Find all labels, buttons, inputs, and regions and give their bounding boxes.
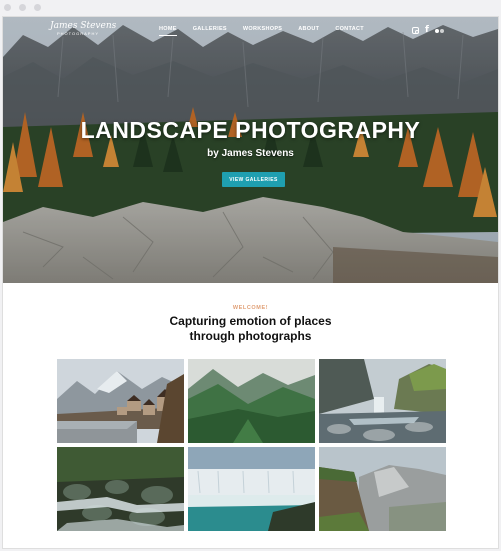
intro-heading-line1: Capturing emotion of places — [169, 314, 332, 328]
hero-section: James Stevens PHOTOGRAPHY HOME GALLERIES… — [3, 17, 498, 283]
window-dot[interactable] — [34, 4, 41, 11]
gallery-photo — [188, 447, 315, 531]
social-links: f — [412, 26, 444, 35]
window-dot[interactable] — [19, 4, 26, 11]
main-menu: HOME GALLERIES WORKSHOPS ABOUT CONTACT — [159, 26, 364, 36]
intro-heading: Capturing emotion of places through phot… — [3, 314, 498, 344]
site-logo[interactable]: James Stevens PHOTOGRAPHY — [50, 21, 117, 37]
gallery-tile-mountain-waterfall[interactable] — [319, 359, 446, 443]
gallery-photo — [57, 359, 184, 443]
facebook-icon[interactable]: f — [425, 26, 429, 35]
gallery-photo — [319, 447, 446, 531]
photo-gallery — [57, 359, 446, 531]
gallery-tile-green-valley[interactable] — [188, 359, 315, 443]
intro-heading-line2: through photographs — [189, 329, 312, 343]
window-controls — [4, 4, 41, 11]
hero-subtitle: by James Stevens — [207, 148, 294, 159]
page-frame: James Stevens PHOTOGRAPHY HOME GALLERIES… — [2, 16, 499, 549]
flickr-icon[interactable] — [434, 28, 444, 33]
gallery-photo — [188, 359, 315, 443]
nav-item-galleries[interactable]: GALLERIES — [193, 26, 227, 32]
nav-item-workshops[interactable]: WORKSHOPS — [243, 26, 282, 32]
gallery-tile-mountain-village[interactable] — [57, 359, 184, 443]
gallery-tile-forest-stream[interactable] — [57, 447, 184, 531]
gallery-photo — [319, 359, 446, 443]
top-navigation: James Stevens PHOTOGRAPHY HOME GALLERIES… — [3, 17, 498, 47]
nav-item-home[interactable]: HOME — [159, 26, 177, 36]
gallery-tile-niagara-falls[interactable] — [188, 447, 315, 531]
instagram-icon[interactable] — [412, 27, 419, 34]
gallery-tile-granite-cliffs[interactable] — [319, 447, 446, 531]
logo-name: James Stevens — [50, 21, 117, 31]
window-dot[interactable] — [4, 4, 11, 11]
logo-subtitle: PHOTOGRAPHY — [56, 31, 100, 36]
hero-title: LANDSCAPE PHOTOGRAPHY — [80, 117, 421, 143]
gallery-photo — [57, 447, 184, 531]
nav-item-about[interactable]: ABOUT — [298, 26, 319, 32]
welcome-eyebrow: WELCOME! — [232, 305, 269, 311]
view-galleries-button[interactable]: VIEW GALLERIES — [222, 172, 285, 187]
nav-item-contact[interactable]: CONTACT — [335, 26, 364, 32]
